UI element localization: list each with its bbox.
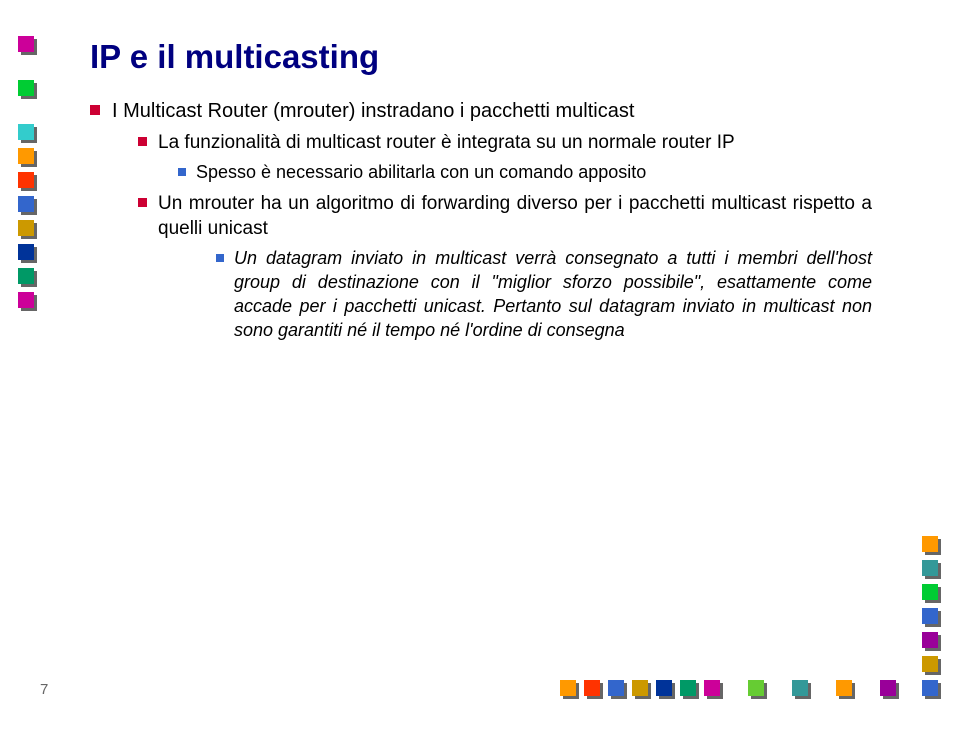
- bullet-text: La funzionalità di multicast router è in…: [158, 130, 872, 155]
- deco-square-icon: [584, 680, 600, 696]
- deco-square-icon: [748, 680, 764, 696]
- deco-square-icon: [18, 196, 34, 212]
- deco-square-icon: [656, 680, 672, 696]
- deco-square-icon: [608, 680, 624, 696]
- bullet-text: I Multicast Router (mrouter) instradano …: [112, 98, 872, 124]
- bullet-square-icon: [178, 168, 186, 176]
- deco-square-icon: [680, 680, 696, 696]
- deco-square-icon: [922, 560, 938, 576]
- bullet-square-icon: [90, 105, 100, 115]
- deco-square-icon: [922, 608, 938, 624]
- bullet-level3: Spesso è necessario abilitarla con un co…: [178, 161, 872, 185]
- slide: IP e il multicasting I Multicast Router …: [0, 0, 960, 730]
- bullet-square-icon: [138, 137, 147, 146]
- bullet-text: Un datagram inviato in multicast verrà c…: [234, 247, 872, 342]
- deco-square-icon: [18, 220, 34, 236]
- page-title: IP e il multicasting: [90, 38, 872, 76]
- deco-square-icon: [922, 584, 938, 600]
- deco-square-icon: [18, 124, 34, 140]
- deco-square-icon: [704, 680, 720, 696]
- deco-square-icon: [560, 680, 576, 696]
- deco-square-icon: [880, 680, 896, 696]
- bullet-text: Spesso è necessario abilitarla con un co…: [196, 161, 872, 185]
- bullet-level4: Un datagram inviato in multicast verrà c…: [216, 247, 872, 342]
- deco-square-icon: [18, 36, 34, 52]
- deco-square-icon: [18, 268, 34, 284]
- deco-square-icon: [922, 536, 938, 552]
- deco-square-icon: [922, 656, 938, 672]
- deco-square-icon: [18, 172, 34, 188]
- deco-square-icon: [792, 680, 808, 696]
- bullet-level2: La funzionalità di multicast router è in…: [138, 130, 872, 155]
- deco-square-icon: [18, 244, 34, 260]
- bullet-text: Un mrouter ha un algoritmo di forwarding…: [158, 191, 872, 241]
- page-number: 7: [40, 681, 48, 698]
- deco-square-icon: [836, 680, 852, 696]
- bullet-square-icon: [216, 254, 224, 262]
- deco-square-icon: [18, 80, 34, 96]
- deco-square-icon: [922, 680, 938, 696]
- deco-square-icon: [922, 632, 938, 648]
- bullet-level1: I Multicast Router (mrouter) instradano …: [90, 98, 872, 124]
- deco-square-icon: [18, 292, 34, 308]
- bullet-square-icon: [138, 198, 147, 207]
- deco-square-icon: [18, 148, 34, 164]
- bullet-level2: Un mrouter ha un algoritmo di forwarding…: [138, 191, 872, 241]
- content-body: I Multicast Router (mrouter) instradano …: [90, 98, 872, 342]
- deco-square-icon: [632, 680, 648, 696]
